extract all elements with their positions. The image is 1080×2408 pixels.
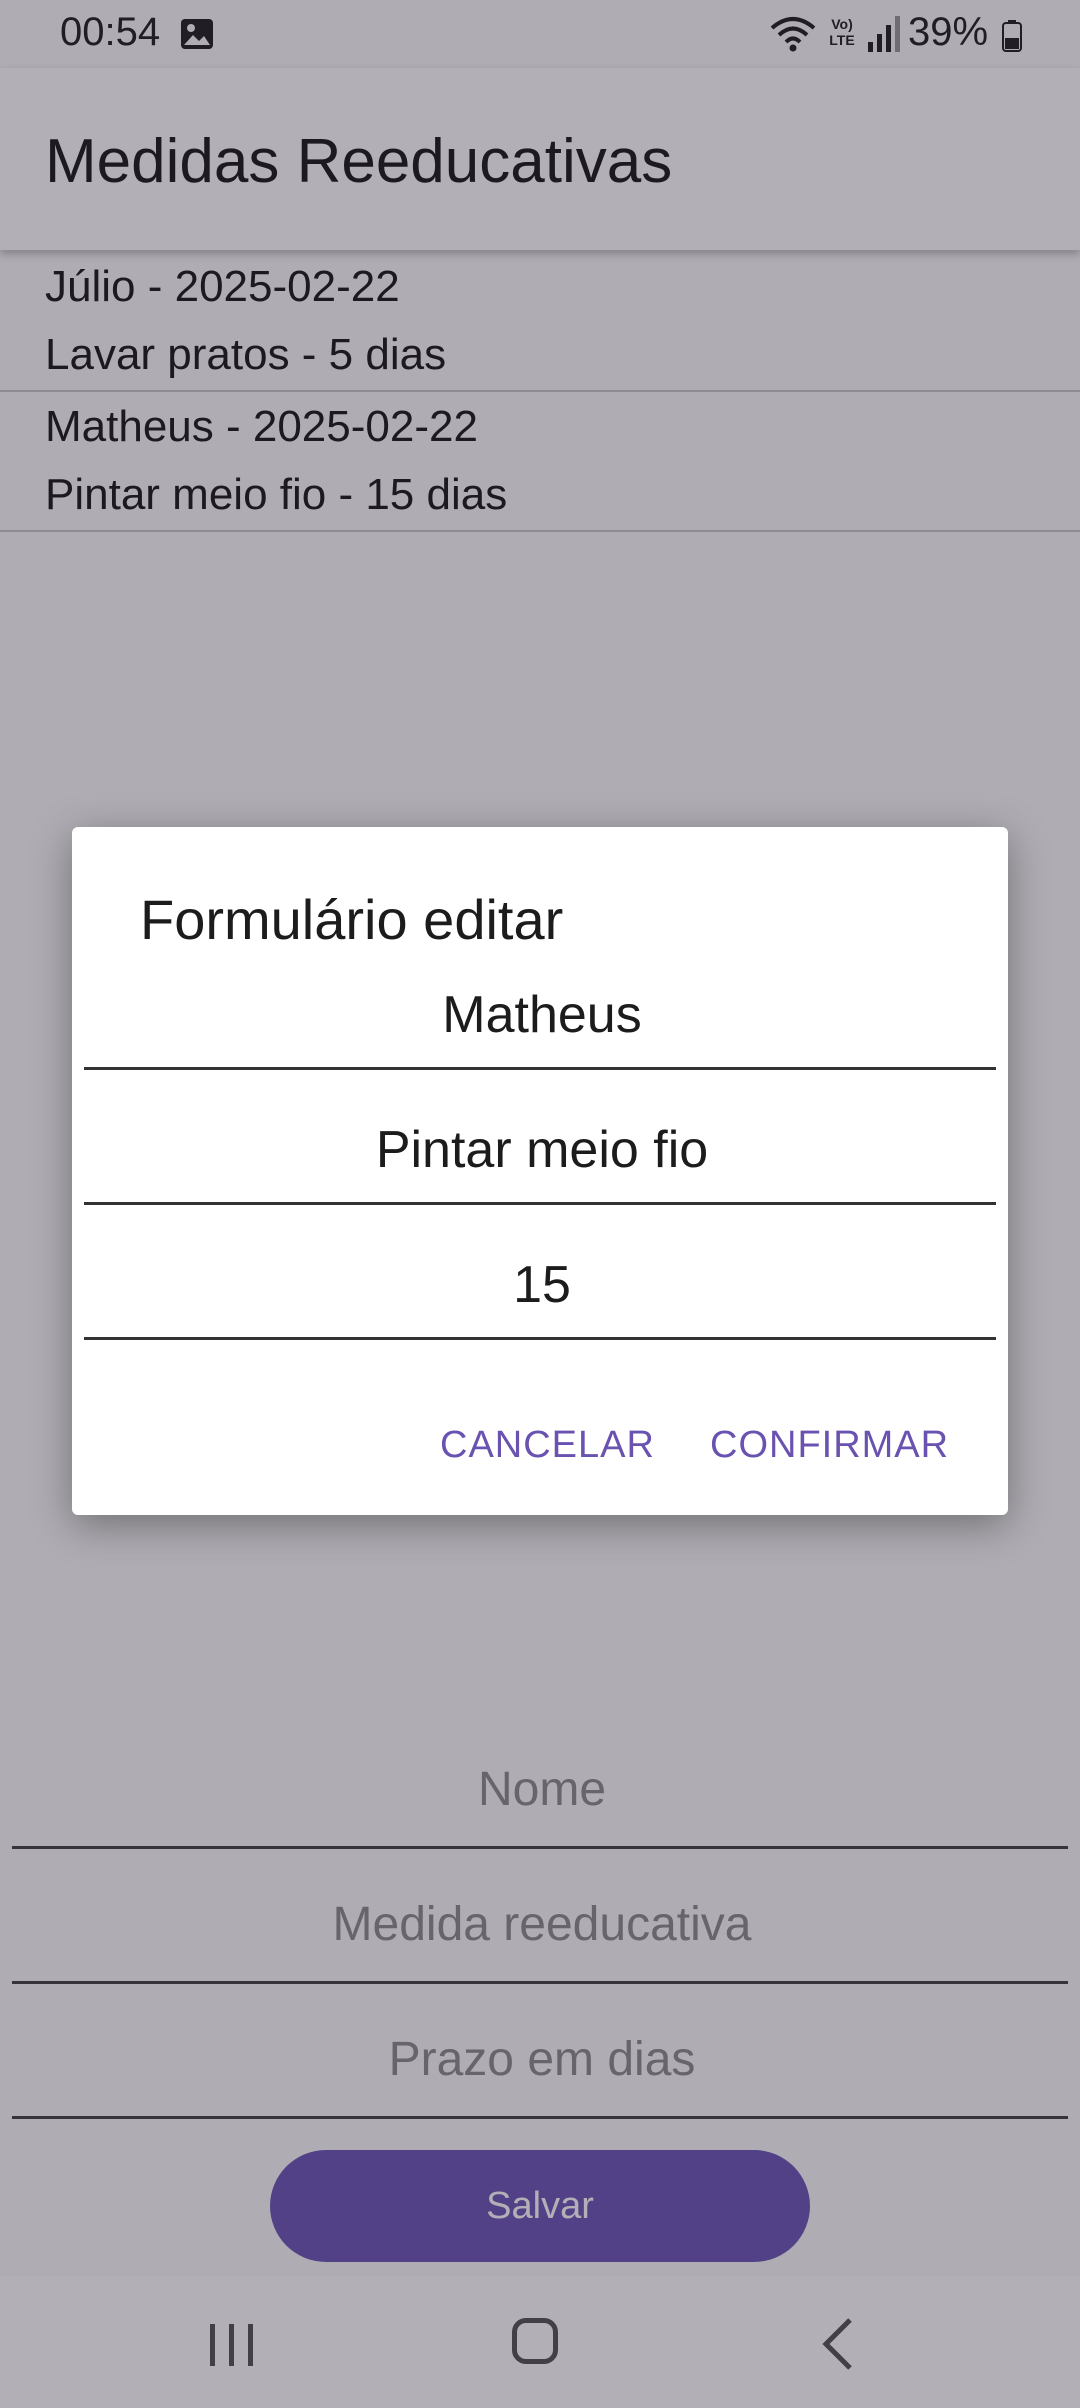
- dialog-name-field[interactable]: [84, 957, 1000, 1070]
- edit-dialog: Formulário editar CANCELAR CONFIRMAR: [72, 827, 1008, 1515]
- dialog-name-input[interactable]: [84, 969, 1000, 1061]
- dialog-measure-field[interactable]: [84, 1092, 1000, 1205]
- cancel-button[interactable]: CANCELAR: [434, 1405, 661, 1485]
- dialog-title: Formulário editar: [140, 888, 564, 951]
- dialog-days-field[interactable]: [84, 1227, 1000, 1340]
- dialog-days-input[interactable]: [84, 1239, 1000, 1331]
- confirm-button[interactable]: CONFIRMAR: [704, 1405, 955, 1485]
- dialog-measure-input[interactable]: [84, 1104, 1000, 1196]
